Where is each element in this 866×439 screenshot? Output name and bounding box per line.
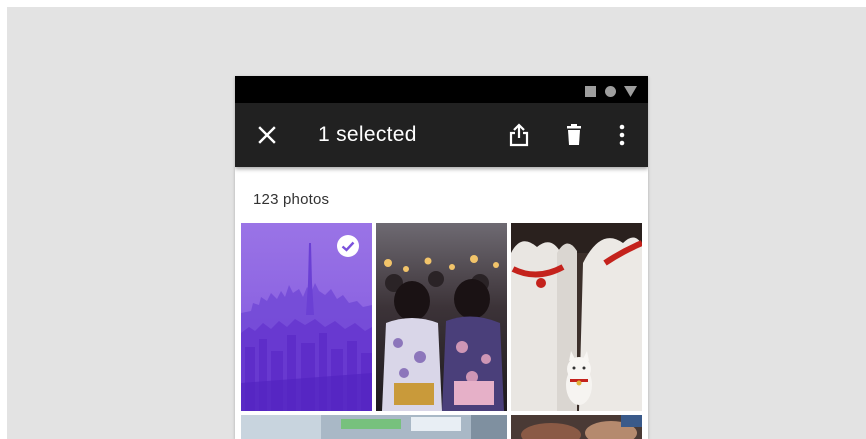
more-vert-icon <box>608 124 636 153</box>
photo-tile-lucky-cats[interactable] <box>511 223 642 411</box>
circle-icon <box>605 84 616 102</box>
close-icon <box>253 126 281 153</box>
close-selection-button[interactable] <box>253 121 281 149</box>
share-button[interactable] <box>505 121 533 149</box>
selection-app-bar: 1 selected <box>235 103 648 167</box>
photo-tile-festival-crowd[interactable] <box>376 223 507 411</box>
canvas-background: 1 selected 123 photos <box>7 7 866 439</box>
delete-button[interactable] <box>560 121 588 149</box>
delete-icon <box>560 124 588 153</box>
share-icon <box>505 123 533 153</box>
square-icon <box>585 84 596 102</box>
photo-tile-food-closeup[interactable] <box>511 415 642 439</box>
phone-screen: 1 selected 123 photos <box>235 76 648 439</box>
selection-title: 1 selected <box>318 123 417 146</box>
triangle-icon <box>624 84 637 102</box>
photo-tile-city-skyline[interactable] <box>241 223 372 411</box>
status-bar <box>235 76 648 103</box>
more-options-button[interactable] <box>608 121 636 149</box>
photo-tile-street-blur[interactable] <box>241 415 507 439</box>
photo-count: 123 photos <box>253 191 330 208</box>
selected-check-icon <box>336 234 360 258</box>
